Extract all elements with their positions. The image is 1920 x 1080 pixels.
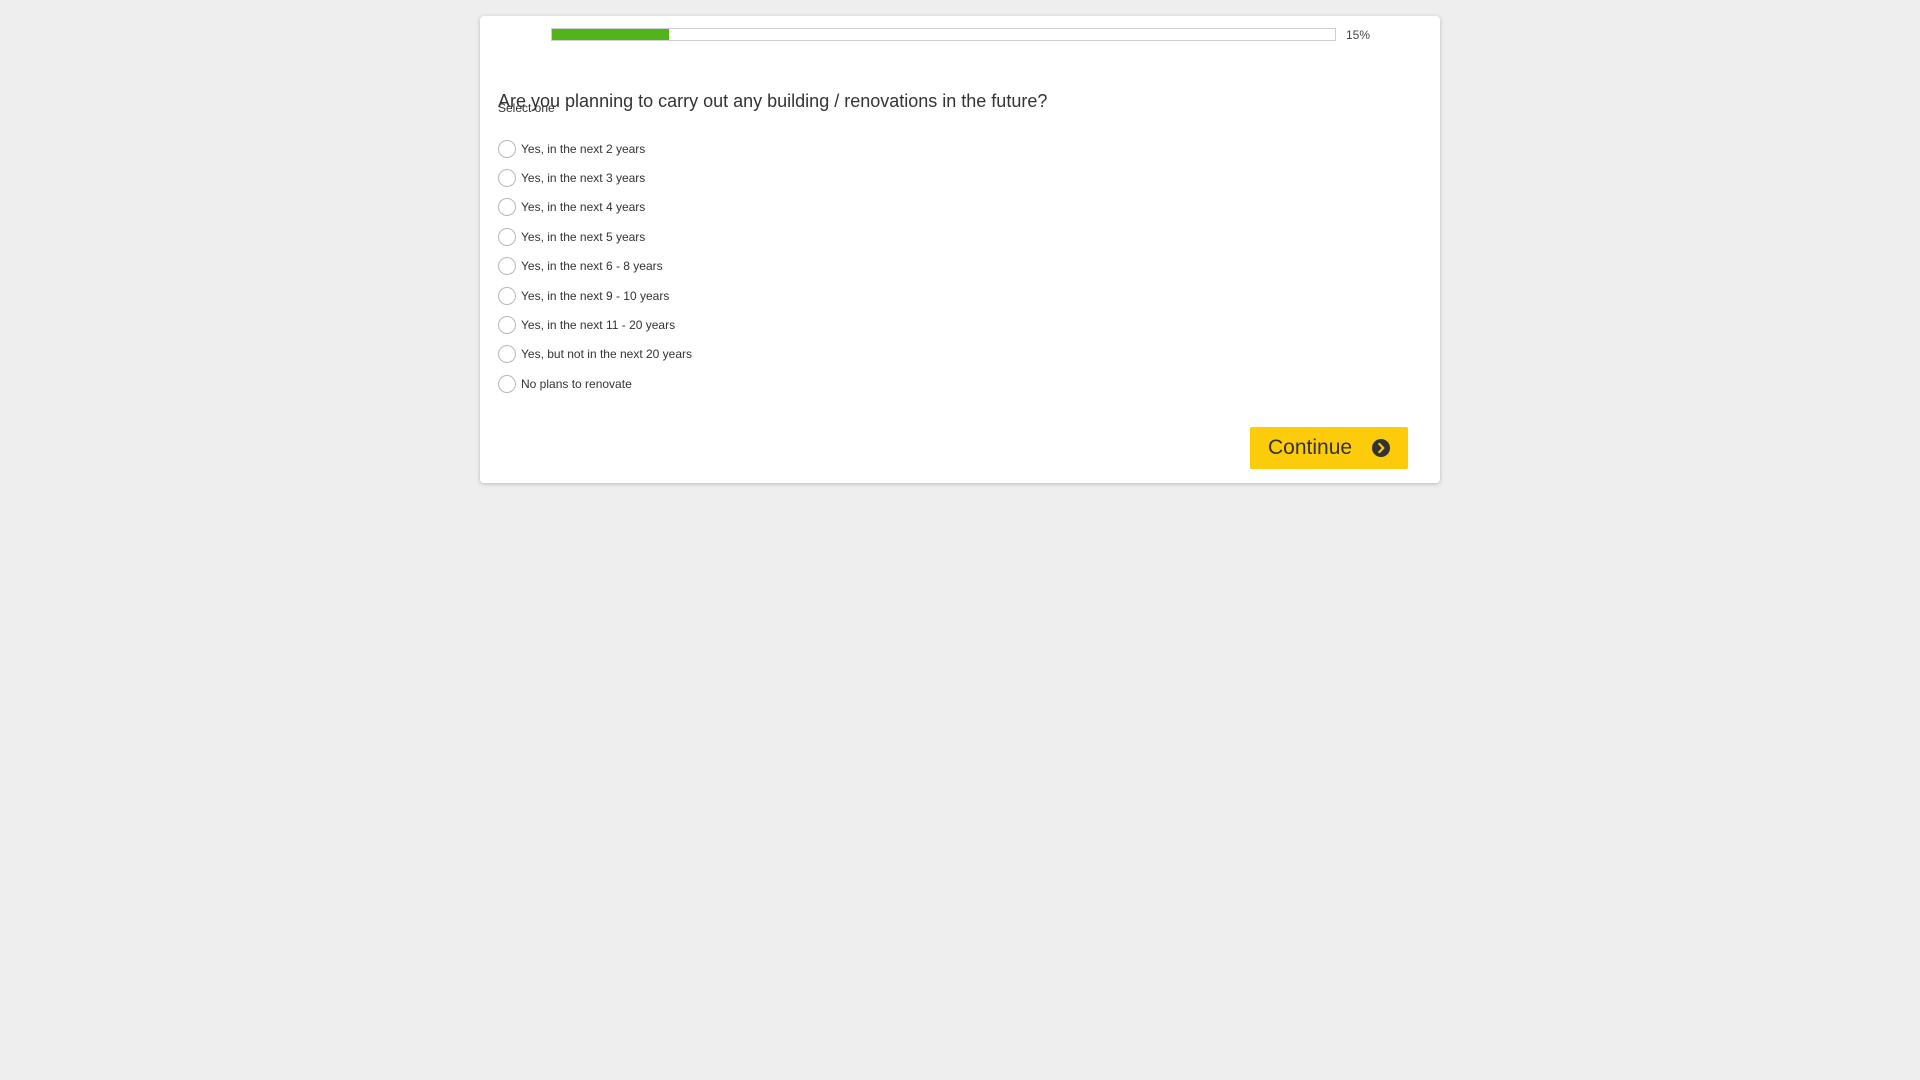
answer-option-label: Yes, in the next 3 years bbox=[521, 171, 646, 186]
answer-option-next-3-years[interactable]: Yes, in the next 3 years bbox=[498, 163, 692, 192]
answer-option-next-4-years[interactable]: Yes, in the next 4 years bbox=[498, 193, 692, 222]
chevron-right-circle-icon bbox=[1372, 439, 1390, 457]
radio-button[interactable] bbox=[498, 257, 516, 276]
question-instruction: Select one bbox=[498, 101, 555, 115]
radio-button[interactable] bbox=[498, 169, 516, 188]
radio-button[interactable] bbox=[498, 139, 516, 158]
answer-options-list: Yes, in the next 2 years Yes, in the nex… bbox=[498, 134, 692, 399]
answer-option-next-11-20-years[interactable]: Yes, in the next 11 - 20 years bbox=[498, 310, 692, 339]
answer-option-not-next-20-years[interactable]: Yes, but not in the next 20 years bbox=[498, 340, 692, 369]
survey-card: 15% Are you planning to carry out any bu… bbox=[480, 16, 1440, 483]
progress-indicator: 15% bbox=[551, 28, 1411, 42]
answer-option-next-9-10-years[interactable]: Yes, in the next 9 - 10 years bbox=[498, 281, 692, 310]
question-title: Are you planning to carry out any buildi… bbox=[498, 91, 1048, 111]
answer-option-label: No plans to renovate bbox=[521, 376, 632, 391]
radio-button[interactable] bbox=[498, 345, 516, 364]
answer-option-label: Yes, but not in the next 20 years bbox=[521, 347, 693, 362]
answer-option-label: Yes, in the next 9 - 10 years bbox=[521, 288, 670, 303]
radio-button[interactable] bbox=[498, 286, 516, 305]
answer-option-label: Yes, in the next 5 years bbox=[521, 229, 646, 244]
radio-button[interactable] bbox=[498, 198, 516, 217]
answer-option-label: Yes, in the next 11 - 20 years bbox=[521, 318, 676, 333]
radio-button[interactable] bbox=[498, 316, 516, 335]
continue-button-label: Continue bbox=[1268, 436, 1353, 459]
progress-percent-label: 15% bbox=[1346, 28, 1371, 42]
radio-button[interactable] bbox=[498, 374, 516, 393]
answer-option-label: Yes, in the next 4 years bbox=[521, 200, 646, 215]
answer-option-no-plans[interactable]: No plans to renovate bbox=[498, 369, 692, 398]
answer-option-next-2-years[interactable]: Yes, in the next 2 years bbox=[498, 134, 692, 163]
radio-button[interactable] bbox=[498, 227, 516, 246]
continue-button[interactable]: Continue bbox=[1250, 427, 1408, 469]
answer-option-label: Yes, in the next 2 years bbox=[521, 141, 646, 156]
progress-bar-fill bbox=[552, 29, 670, 40]
progress-bar bbox=[551, 28, 1336, 41]
answer-option-next-5-years[interactable]: Yes, in the next 5 years bbox=[498, 222, 692, 251]
answer-option-next-6-8-years[interactable]: Yes, in the next 6 - 8 years bbox=[498, 252, 692, 281]
answer-option-label: Yes, in the next 6 - 8 years bbox=[521, 259, 663, 274]
